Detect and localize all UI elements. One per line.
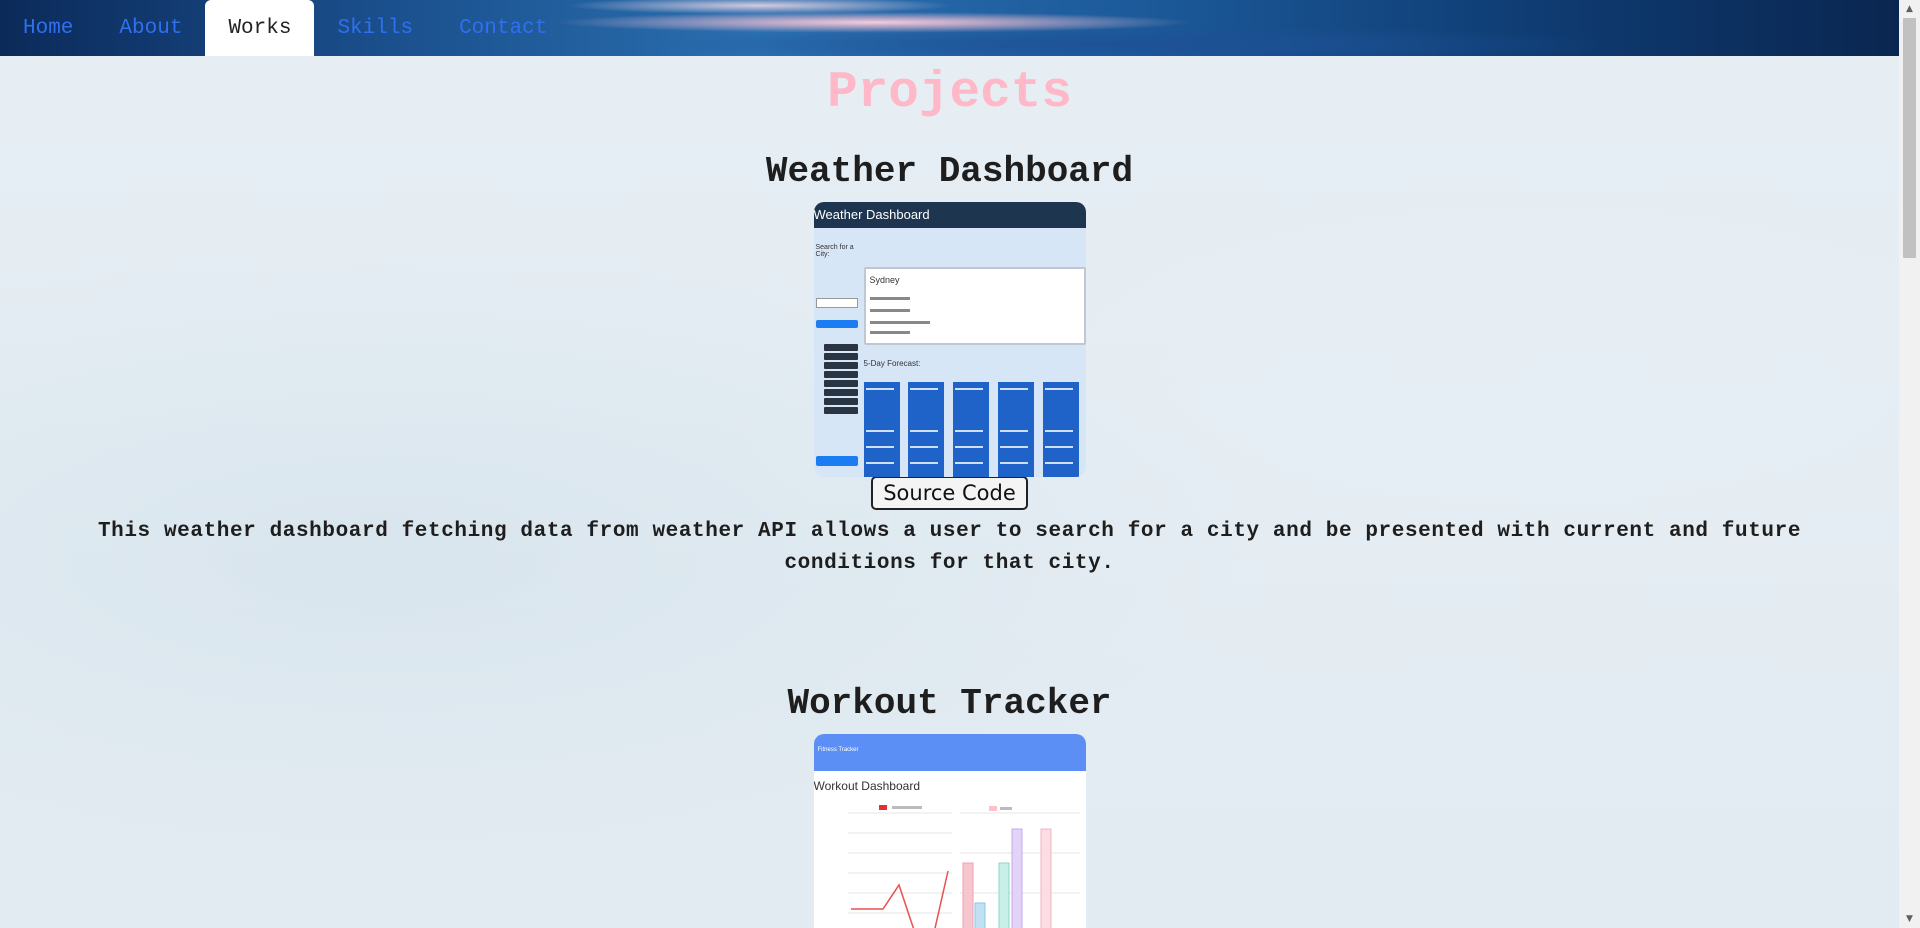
thumbnail-charts [847, 805, 1080, 928]
vertical-scrollbar[interactable]: ▲ ▼ [1899, 0, 1920, 928]
thumbnail-text-line [869, 309, 910, 312]
thumbnail-header: Weather Dashboard [813, 202, 1086, 228]
thumbnail-city-button [823, 389, 858, 396]
thumbnail-search-label: Search for a City: [815, 244, 854, 258]
thumbnail-body: Search for a City: Sydney 5-Day Forecast… [813, 228, 1086, 477]
thumbnail-bar-chart [959, 806, 1080, 928]
thumbnail-current-weather: Sydney [863, 267, 1086, 345]
triangle-down-icon[interactable]: ▼ [1899, 910, 1920, 928]
project-title: Weather Dashboard [765, 151, 1134, 192]
project-workout-tracker: Workout Tracker Fitness Tracker Workout … [0, 682, 1899, 928]
thumbnail-city-button [823, 398, 858, 405]
nav-list: Home About Works Skills Contact [0, 0, 570, 56]
thumbnail-text-line [869, 321, 930, 324]
triangle-up-icon[interactable]: ▲ [1899, 0, 1920, 18]
thumbnail-nav-label: Fitness Tracker [817, 747, 859, 753]
thumbnail-clear-button [815, 456, 858, 466]
thumbnail-forecast-card [997, 382, 1034, 477]
nav-contact[interactable]: Contact [436, 0, 570, 56]
viewport: Home About Works Skills Contact Projects… [0, 0, 1899, 928]
thumbnail-forecast-card [907, 382, 944, 477]
project-title: Workout Tracker [787, 683, 1112, 724]
source-code-button[interactable]: Source Code [871, 476, 1028, 510]
nav-home[interactable]: Home [0, 0, 96, 56]
thumbnail-city-button [823, 353, 858, 360]
thumbnail-city-button [823, 371, 858, 378]
project-screenshot[interactable]: Weather Dashboard Search for a City: Syd… [813, 202, 1086, 477]
thumbnail-city-name: Sydney [869, 275, 900, 285]
thumbnail-text-line [869, 297, 910, 300]
nav-about[interactable]: About [96, 0, 205, 56]
scrollbar-thumb[interactable] [1903, 18, 1916, 258]
works-section: Projects [0, 56, 1899, 126]
thumbnail-search-input [815, 298, 858, 308]
nav-skills[interactable]: Skills [314, 0, 436, 56]
project-weather-dashboard: Weather Dashboard Weather Dashboard Sear… [0, 150, 1899, 580]
thumbnail-navbar: Fitness Tracker [813, 734, 1086, 771]
thumbnail-city-button [823, 362, 858, 369]
thumbnail-city-button [823, 380, 858, 387]
thumbnail-city-button [823, 407, 858, 414]
thumbnail-forecast-card [863, 382, 900, 477]
thumbnail-title: Workout Dashboard [813, 779, 921, 793]
thumbnail-forecast-card [952, 382, 989, 477]
button-row: Source Code [0, 476, 1899, 510]
thumbnail-city-button [823, 344, 858, 351]
project-description: This weather dashboard fetching data fro… [97, 520, 1802, 575]
thumbnail-forecast-label: 5-Day Forecast: [863, 359, 921, 368]
thumbnail-line-chart [847, 805, 952, 928]
project-screenshot[interactable]: Fitness Tracker Workout Dashboard [813, 734, 1086, 928]
section-title: Projects [827, 65, 1072, 122]
thumbnail-search-button [815, 320, 858, 328]
thumbnail-text-line [869, 331, 910, 334]
thumbnail-forecast-card [1042, 382, 1079, 477]
navbar: Home About Works Skills Contact [0, 0, 1899, 56]
nav-works[interactable]: Works [205, 0, 315, 56]
